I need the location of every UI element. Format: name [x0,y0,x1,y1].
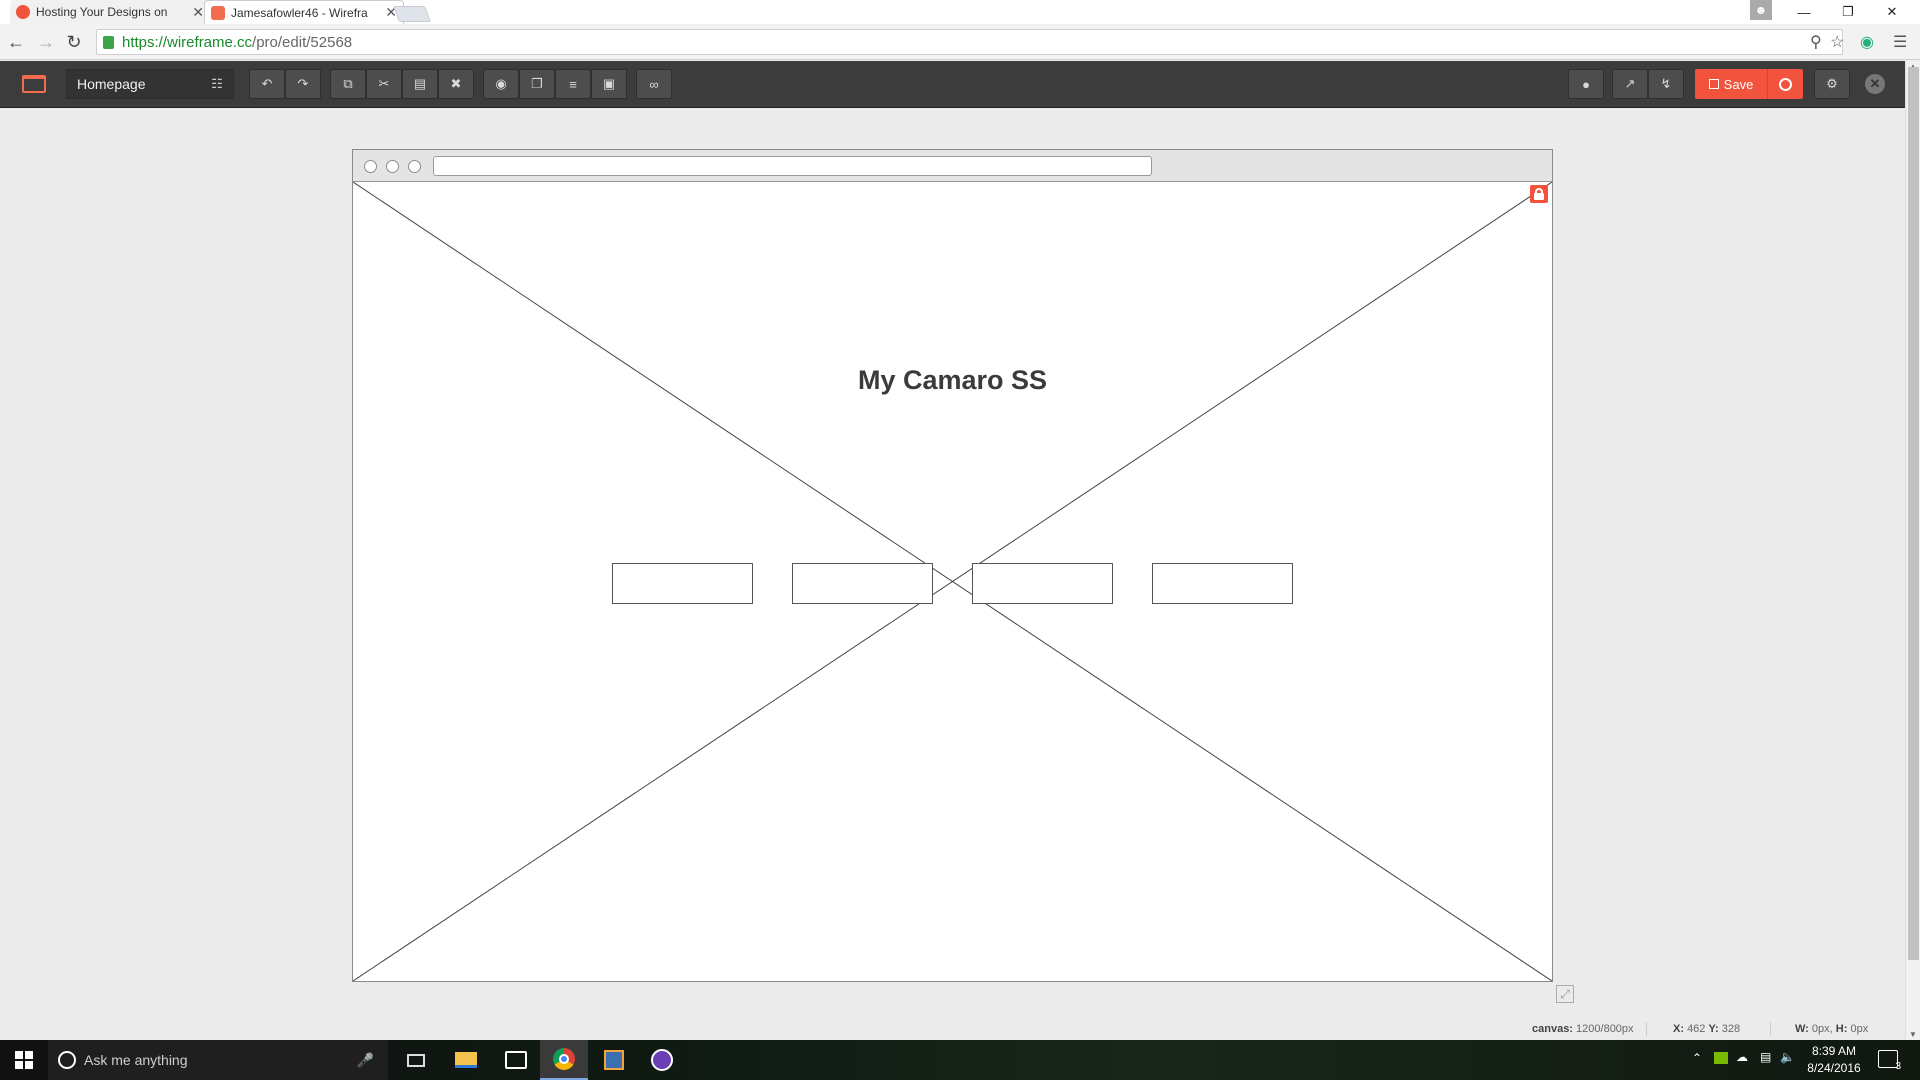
close-editor-icon[interactable]: ✕ [1865,74,1885,94]
status-divider [1646,1022,1647,1036]
save-label: Save [1723,76,1754,92]
minimize-icon[interactable]: — [1782,0,1826,24]
canvas-resize-icon[interactable]: ⤢ [1556,985,1574,1003]
back-arrow-icon[interactable]: ← [4,30,28,54]
browser-title-bar: Hosting Your Designs on ✕ Jamesafowler46… [0,0,1920,24]
wireframe-heading[interactable]: My Camaro SS [353,365,1552,396]
secure-lock-icon [103,35,114,49]
image-placeholder[interactable] [353,182,1552,981]
history-button[interactable] [1767,69,1803,99]
wireframe-canvas-frame[interactable]: My Camaro SS [352,149,1553,982]
editor-toolbar: Homepage ☷ ↶ ↷ ⧉ ✂ ▤ ✖ ◉ ❐ ≡ ▣ ∞ ● ↗ ↯ S… [0,61,1905,108]
cortana-icon [58,1051,76,1069]
settings-gears-icon[interactable]: ⚙ [1814,69,1850,99]
volume-icon[interactable]: 🔈 [1780,1050,1795,1064]
wireframe-box[interactable] [972,563,1113,604]
address-bar-row: ← → ↻ https://wireframe.cc/pro/edit/5256… [0,24,1920,60]
tab-close-icon[interactable]: ✕ [192,4,204,21]
notification-count: 3 [1895,1061,1901,1072]
clock-time: 8:39 AM [1811,1044,1857,1058]
photos-app-icon[interactable] [492,1040,540,1080]
window-dot [408,160,421,173]
browser-frame-icon [22,75,46,93]
url-path: /pro/edit/52568 [252,33,353,51]
action-center-icon[interactable]: 3 [1878,1050,1901,1072]
status-bar: canvas: 1200/800px X: 462 Y: 328 W: 0px,… [1500,1020,1900,1038]
chrome-taskbar-icon[interactable] [540,1040,588,1080]
delete-icon[interactable]: ✖ [438,69,474,99]
comment-icon[interactable]: ● [1568,69,1604,99]
clock-icon [1779,77,1792,91]
task-view-icon[interactable] [392,1040,440,1080]
forward-arrow-icon[interactable]: → [34,30,58,54]
profile-icon[interactable]: ☻ [1750,0,1772,20]
canvas-url-field [433,156,1152,176]
page-name: Homepage [77,76,146,92]
taskbar-clock[interactable]: 8:39 AM 8/24/2016 [1796,1043,1872,1077]
copy-icon[interactable]: ⧉ [330,69,366,99]
windows-taskbar: Ask me anything 🎤 ⌃ ☁ ▤ 🔈 8:39 AM 8/24/2… [0,1040,1920,1080]
redo-icon[interactable]: ↷ [285,69,321,99]
chrome-menu-icon[interactable]: ☰ [1893,32,1907,52]
reload-icon[interactable]: ↻ [62,30,86,54]
file-explorer-icon[interactable] [442,1040,490,1080]
selection-size-readout: W: 0px, H: 0px [1795,1023,1869,1035]
scroll-down-icon[interactable]: ▼ [1909,1030,1917,1039]
key-icon[interactable]: ⚲ [1810,32,1822,52]
browser-tab-wireframe[interactable]: Jamesafowler46 - Wirefra ✕ [204,0,404,24]
wireframe-box[interactable] [1152,563,1293,604]
window-dot [364,160,377,173]
window-dot [386,160,399,173]
notes-app-icon[interactable] [590,1040,638,1080]
url-host: https://wireframe.cc [122,33,253,51]
bookmark-star-icon[interactable]: ☆ [1830,32,1844,52]
sitemap-icon[interactable]: ☷ [200,69,234,99]
wireframe-box[interactable] [612,563,753,604]
tab-favicon-icon [211,5,225,20]
canvas-size-readout: canvas: 1200/800px [1532,1023,1634,1035]
locked-element-icon[interactable] [1530,185,1548,203]
tab-title: Jamesafowler46 - Wirefra [231,5,368,20]
arrange-icon[interactable]: ❐ [519,69,555,99]
cursor-position-readout: X: 462 Y: 328 [1673,1023,1741,1035]
link-icon[interactable]: ∞ [636,69,672,99]
save-button[interactable]: Save [1695,69,1767,99]
status-divider [1770,1022,1771,1036]
canvas-body[interactable]: My Camaro SS [353,182,1552,981]
new-tab-button[interactable] [393,6,431,22]
restore-icon[interactable]: ❐ [1826,0,1870,24]
scrollbar-thumb[interactable] [1908,67,1919,960]
wireframe-box[interactable] [792,563,933,604]
tab-favicon-icon [16,5,30,19]
share-icon[interactable]: ↗ [1612,69,1648,99]
canvas-browser-bar [353,150,1552,182]
windows-start-button[interactable] [0,1040,48,1080]
group-icon[interactable]: ▣ [591,69,627,99]
vertical-scrollbar[interactable]: ▲ ▼ [1905,61,1920,1040]
network-icon[interactable]: ▤ [1760,1050,1771,1064]
undo-icon[interactable]: ↶ [249,69,285,99]
url-input[interactable]: https://wireframe.cc/pro/edit/52568 [96,29,1843,55]
microphone-icon[interactable]: 🎤 [357,1052,374,1069]
save-floppy-icon [1708,79,1719,89]
paste-icon[interactable]: ▤ [402,69,438,99]
onedrive-cloud-icon[interactable]: ☁ [1736,1050,1748,1064]
clock-date: 8/24/2016 [1807,1061,1861,1075]
nvidia-icon[interactable] [1714,1052,1728,1064]
extension-icon[interactable]: ◉ [1860,32,1874,52]
browser-tab-hosting[interactable]: Hosting Your Designs on ✕ [10,0,210,24]
windows-logo-icon [15,1051,33,1069]
tab-title: Hosting Your Designs on [36,5,168,19]
search-placeholder: Ask me anything [84,1052,188,1068]
align-left-icon[interactable]: ≡ [555,69,591,99]
show-hidden-icons-icon[interactable]: ⌃ [1692,1051,1702,1065]
lock-icon[interactable]: ◉ [483,69,519,99]
cut-icon[interactable]: ✂ [366,69,402,99]
preview-bolt-icon[interactable]: ↯ [1648,69,1684,99]
messenger-app-icon[interactable] [638,1040,686,1080]
cortana-search-box[interactable]: Ask me anything 🎤 [48,1040,388,1080]
wireframe-logo-button[interactable] [12,71,56,97]
close-window-icon[interactable]: ✕ [1870,0,1914,24]
